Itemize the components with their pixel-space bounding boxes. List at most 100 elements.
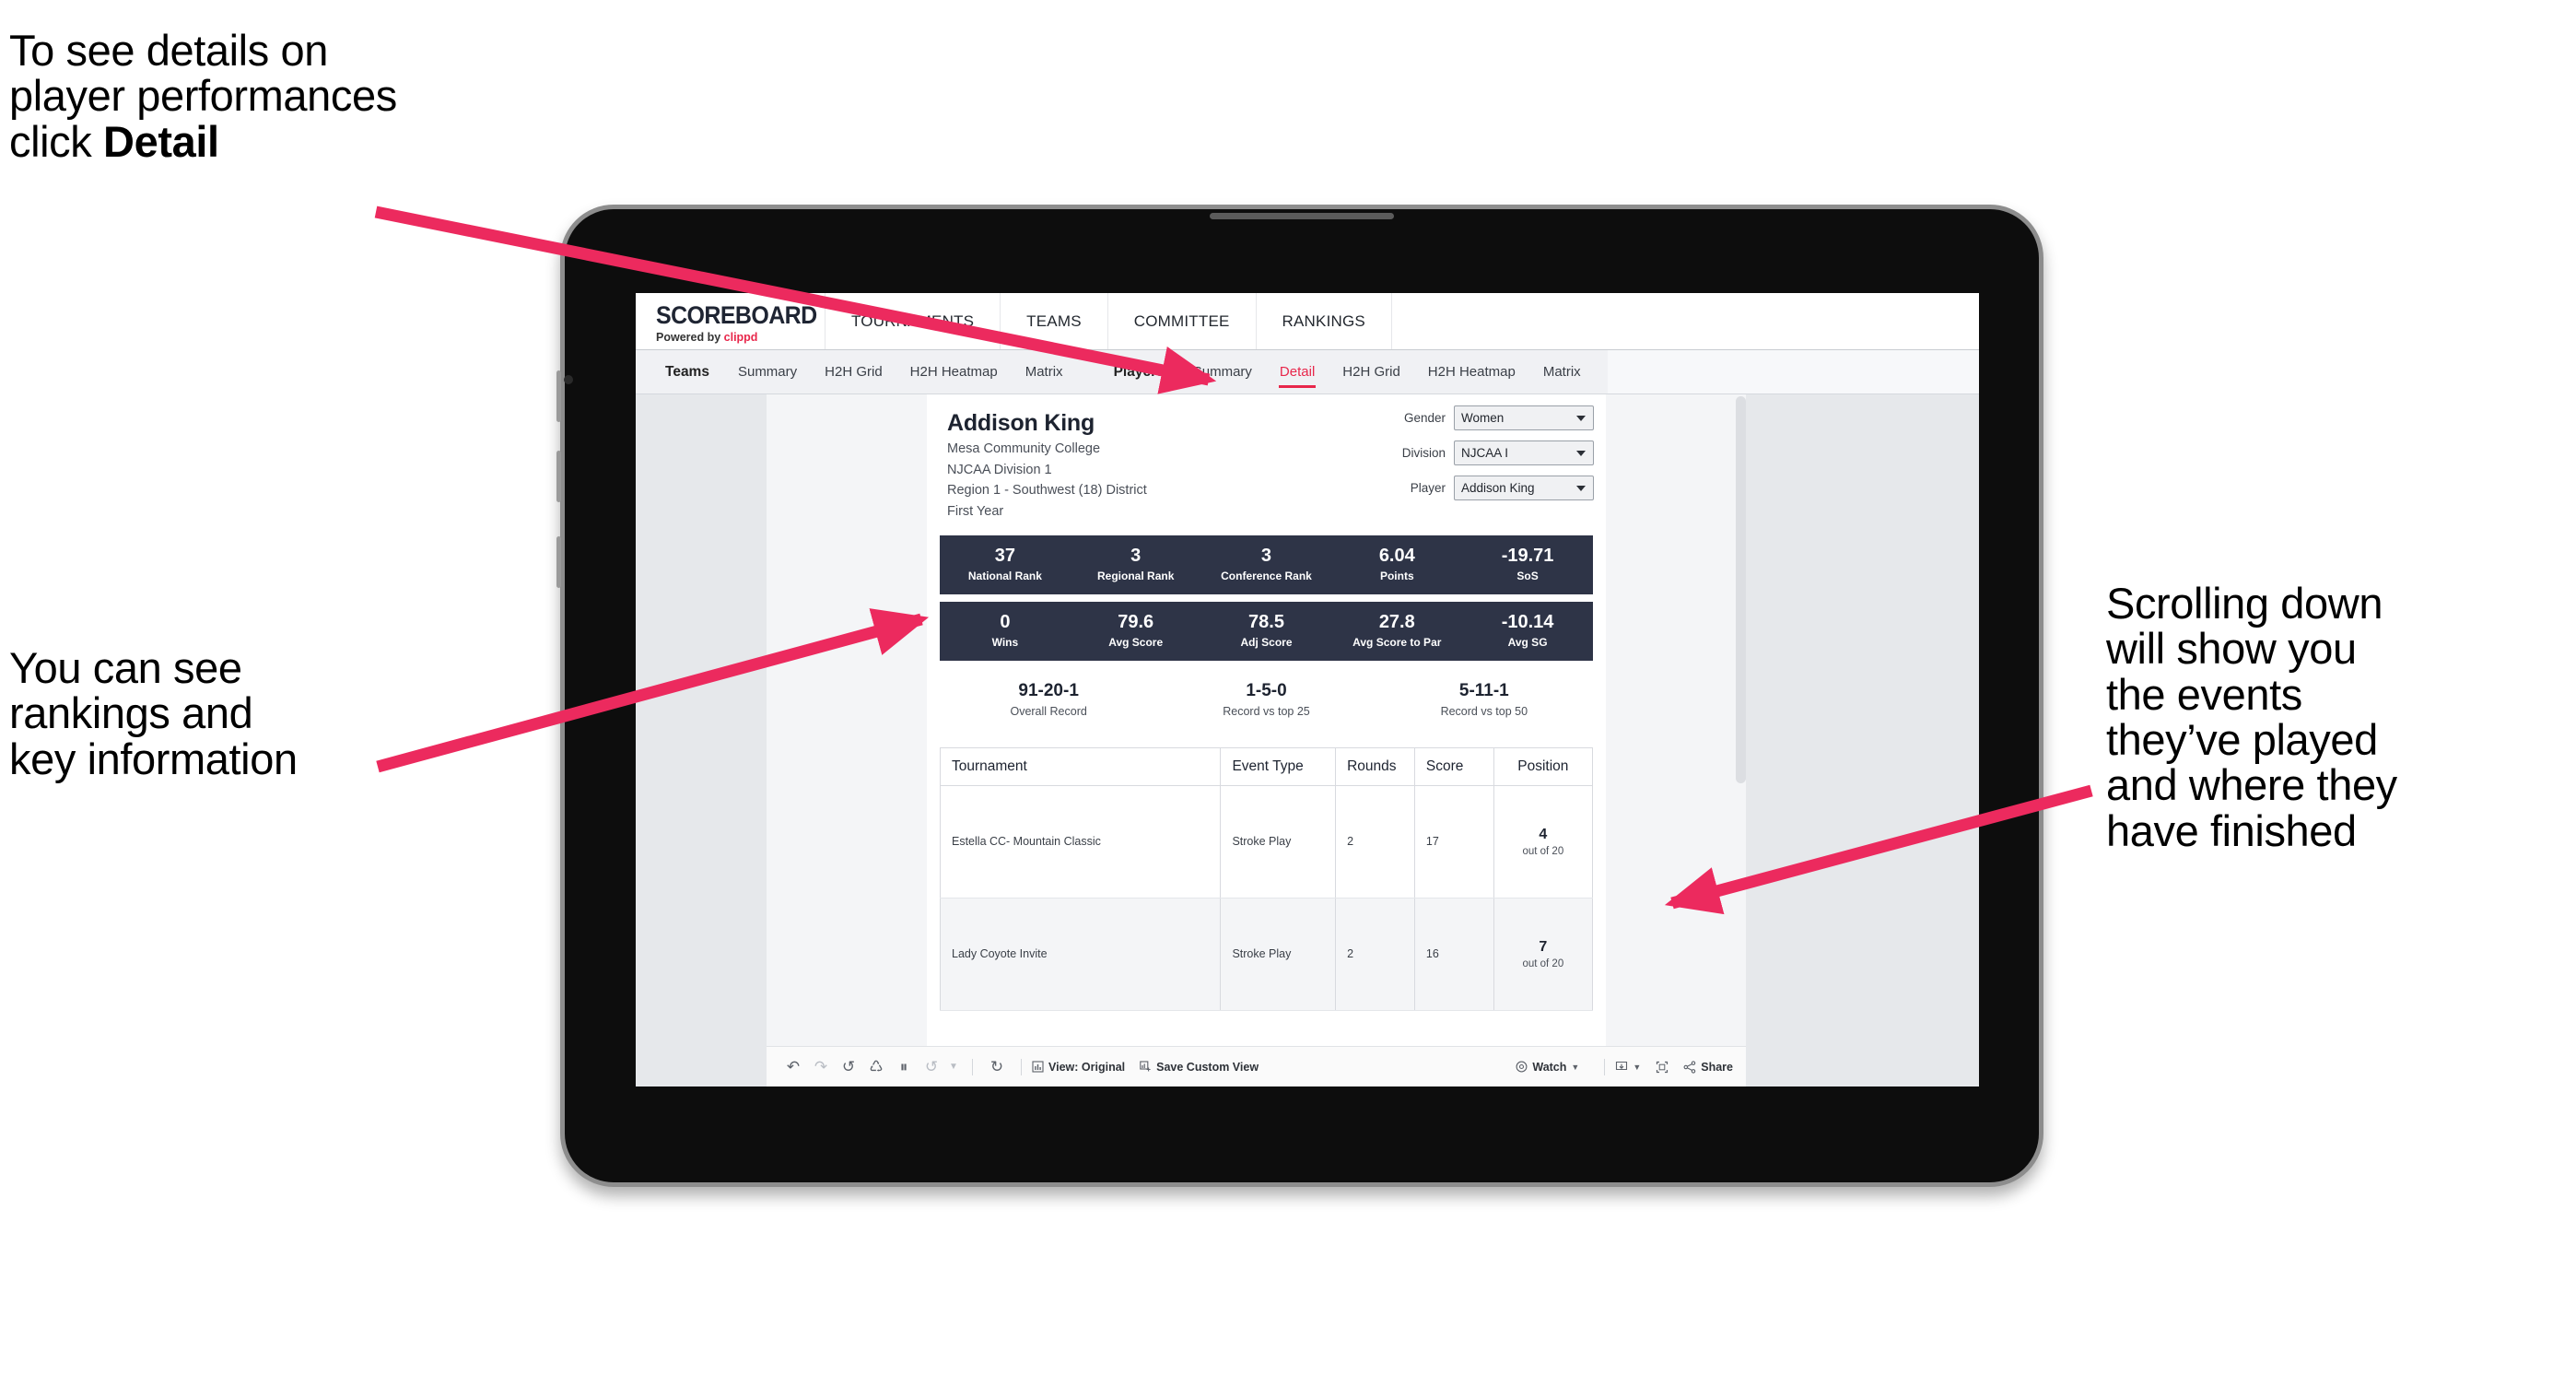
- tablet-side-button-1: [556, 370, 561, 422]
- annotation-mid-left: You can see rankings and key information: [9, 643, 298, 783]
- record-overall: 91-20-1 Overall Record: [940, 681, 1157, 718]
- chevron-down-icon: [1576, 485, 1586, 491]
- stat-points: 6.04 Points: [1331, 546, 1462, 583]
- pause-refresh-icon[interactable]: ⏸: [890, 1058, 918, 1076]
- cell-score: 16: [1414, 898, 1494, 1011]
- tablet-side-button-3: [556, 536, 561, 588]
- stat-wins: 0 Wins: [940, 612, 1071, 650]
- table-row[interactable]: Lady Coyote Invite Stroke Play 2 16 7 ou…: [940, 898, 1593, 1011]
- chevron-down-icon[interactable]: ▼: [1571, 1063, 1579, 1072]
- brand-logo[interactable]: SCOREBOARD Powered by clippd: [636, 293, 825, 349]
- subnav-teams-label: Teams: [665, 363, 709, 380]
- brand-tagline-clippd: clippd: [723, 331, 758, 344]
- stat-regional-rank: 3 Regional Rank: [1071, 546, 1201, 583]
- redo-loop-icon[interactable]: ↺: [918, 1058, 945, 1076]
- stat-value: -19.71: [1501, 546, 1554, 567]
- save-custom-view-label: Save Custom View: [1156, 1060, 1259, 1074]
- player-detail-card: Addison King Mesa Community College NJCA…: [927, 394, 1606, 1046]
- table-row[interactable]: Estella CC- Mountain Classic Stroke Play…: [940, 785, 1593, 899]
- tablet-screen: SCOREBOARD Powered by clippd TOURNAMENTS…: [636, 293, 1979, 1086]
- gender-label: Gender: [1403, 411, 1446, 425]
- brand-name: SCOREBOARD: [656, 301, 817, 330]
- top-nav-rankings[interactable]: RANKINGS: [1257, 293, 1392, 349]
- header-rounds[interactable]: Rounds: [1335, 747, 1415, 786]
- player-label: Player: [1410, 481, 1446, 495]
- gender-select[interactable]: Women: [1454, 405, 1594, 430]
- record-vs-top-25: 1-5-0 Record vs top 25: [1157, 681, 1375, 718]
- subnav-teams-summary[interactable]: Summary: [724, 350, 811, 393]
- stat-label: SoS: [1516, 570, 1539, 583]
- subnav-players-detail[interactable]: Detail: [1266, 350, 1329, 393]
- top-nav-committee[interactable]: COMMITTEE: [1108, 293, 1257, 349]
- save-custom-view-button[interactable]: Save Custom View: [1140, 1061, 1259, 1074]
- dashboard-canvas: Addison King Mesa Community College NJCA…: [636, 394, 1979, 1086]
- sub-navigation: Teams Summary H2H Grid H2H Heatmap Matri…: [636, 350, 1979, 394]
- app-header: SCOREBOARD Powered by clippd TOURNAMENTS…: [636, 293, 1979, 350]
- tablet-device-frame: SCOREBOARD Powered by clippd TOURNAMENTS…: [556, 205, 2043, 1187]
- cell-position: 4 out of 20: [1493, 785, 1593, 899]
- stat-label: Regional Rank: [1097, 570, 1175, 583]
- annotation-top-left: To see details on player performances cl…: [9, 28, 617, 164]
- stat-value: 0: [1000, 612, 1011, 633]
- annotation-right: Scrolling down will show you the events …: [2106, 579, 2397, 855]
- chevron-down-icon[interactable]: ▼: [945, 1062, 962, 1072]
- vertical-scrollbar[interactable]: [1736, 396, 1746, 783]
- stat-label: Avg Score: [1108, 636, 1164, 650]
- subnav-teams-h2h-grid[interactable]: H2H Grid: [811, 350, 896, 393]
- watch-label: Watch: [1532, 1060, 1567, 1074]
- header-event-type[interactable]: Event Type: [1220, 747, 1337, 786]
- watch-button[interactable]: Watch ▼: [1516, 1061, 1579, 1074]
- tournament-results-table: Tournament Event Type Rounds Score Posit…: [940, 746, 1593, 1011]
- player-value: Addison King: [1461, 481, 1535, 495]
- filter-panel: Gender Women Division NJCAA I Player Add…: [1354, 405, 1594, 511]
- header-position[interactable]: Position: [1493, 747, 1593, 786]
- top-nav-teams[interactable]: TEAMS: [1001, 293, 1108, 349]
- chevron-down-icon[interactable]: ▼: [1633, 1063, 1641, 1072]
- top-nav-tournaments[interactable]: TOURNAMENTS: [825, 293, 1001, 349]
- download-button[interactable]: ▼: [1615, 1061, 1641, 1074]
- division-select[interactable]: NJCAA I: [1454, 440, 1594, 465]
- toolbar-divider: [1021, 1058, 1022, 1075]
- subnav-players-summary[interactable]: Summary: [1179, 350, 1266, 393]
- stat-label: Adj Score: [1240, 636, 1293, 650]
- subnav-players-h2h-heatmap[interactable]: H2H Heatmap: [1414, 350, 1529, 393]
- stat-value: 37: [994, 546, 1016, 567]
- revert-icon[interactable]: ↺: [835, 1058, 862, 1076]
- view-original-button[interactable]: View: Original: [1032, 1061, 1125, 1074]
- stat-label: Conference Rank: [1221, 570, 1312, 583]
- position-value: 4: [1539, 826, 1548, 842]
- toolbar-divider: [1604, 1058, 1606, 1075]
- redo-icon[interactable]: ↷: [807, 1058, 835, 1076]
- player-select[interactable]: Addison King: [1454, 476, 1594, 500]
- refresh-data-icon[interactable]: ♺: [862, 1058, 890, 1076]
- stat-label: Avg Score to Par: [1352, 636, 1442, 650]
- chevron-down-icon: [1576, 415, 1586, 421]
- cell-position: 7 out of 20: [1493, 898, 1593, 1011]
- subnav-players-matrix[interactable]: Matrix: [1529, 350, 1595, 393]
- cell-event-type: Stroke Play: [1220, 785, 1337, 899]
- watch-icon: [1516, 1061, 1528, 1073]
- fullscreen-button[interactable]: [1656, 1061, 1669, 1074]
- cell-score: 17: [1414, 785, 1494, 899]
- subnav-spacer: [1607, 350, 1979, 393]
- subnav-teams-matrix[interactable]: Matrix: [1012, 350, 1077, 393]
- share-button[interactable]: Share: [1683, 1061, 1733, 1074]
- division-label: Division: [1401, 446, 1446, 460]
- slide-root: To see details on player performances cl…: [0, 0, 2576, 1386]
- stat-value: -10.14: [1501, 612, 1554, 633]
- cell-tournament: Lady Coyote Invite: [940, 898, 1222, 1011]
- stat-value: 79.6: [1118, 612, 1154, 633]
- tablet-side-button-2: [556, 451, 561, 502]
- subnav-teams-h2h-heatmap[interactable]: H2H Heatmap: [896, 350, 1012, 393]
- stat-label: National Rank: [967, 570, 1042, 583]
- record-label: Record vs top 50: [1440, 704, 1528, 718]
- stat-adj-score: 78.5 Adj Score: [1201, 613, 1332, 650]
- header-score[interactable]: Score: [1414, 747, 1494, 786]
- pause-auto-update-icon[interactable]: ↻: [983, 1058, 1011, 1076]
- player-header: Addison King Mesa Community College NJCA…: [927, 394, 1606, 521]
- subnav-players-h2h-grid[interactable]: H2H Grid: [1329, 350, 1414, 393]
- stat-label: Avg SG: [1507, 636, 1548, 650]
- tablet-speaker-grille: [1210, 213, 1394, 219]
- undo-icon[interactable]: ↶: [779, 1058, 807, 1076]
- header-tournament[interactable]: Tournament: [940, 747, 1222, 786]
